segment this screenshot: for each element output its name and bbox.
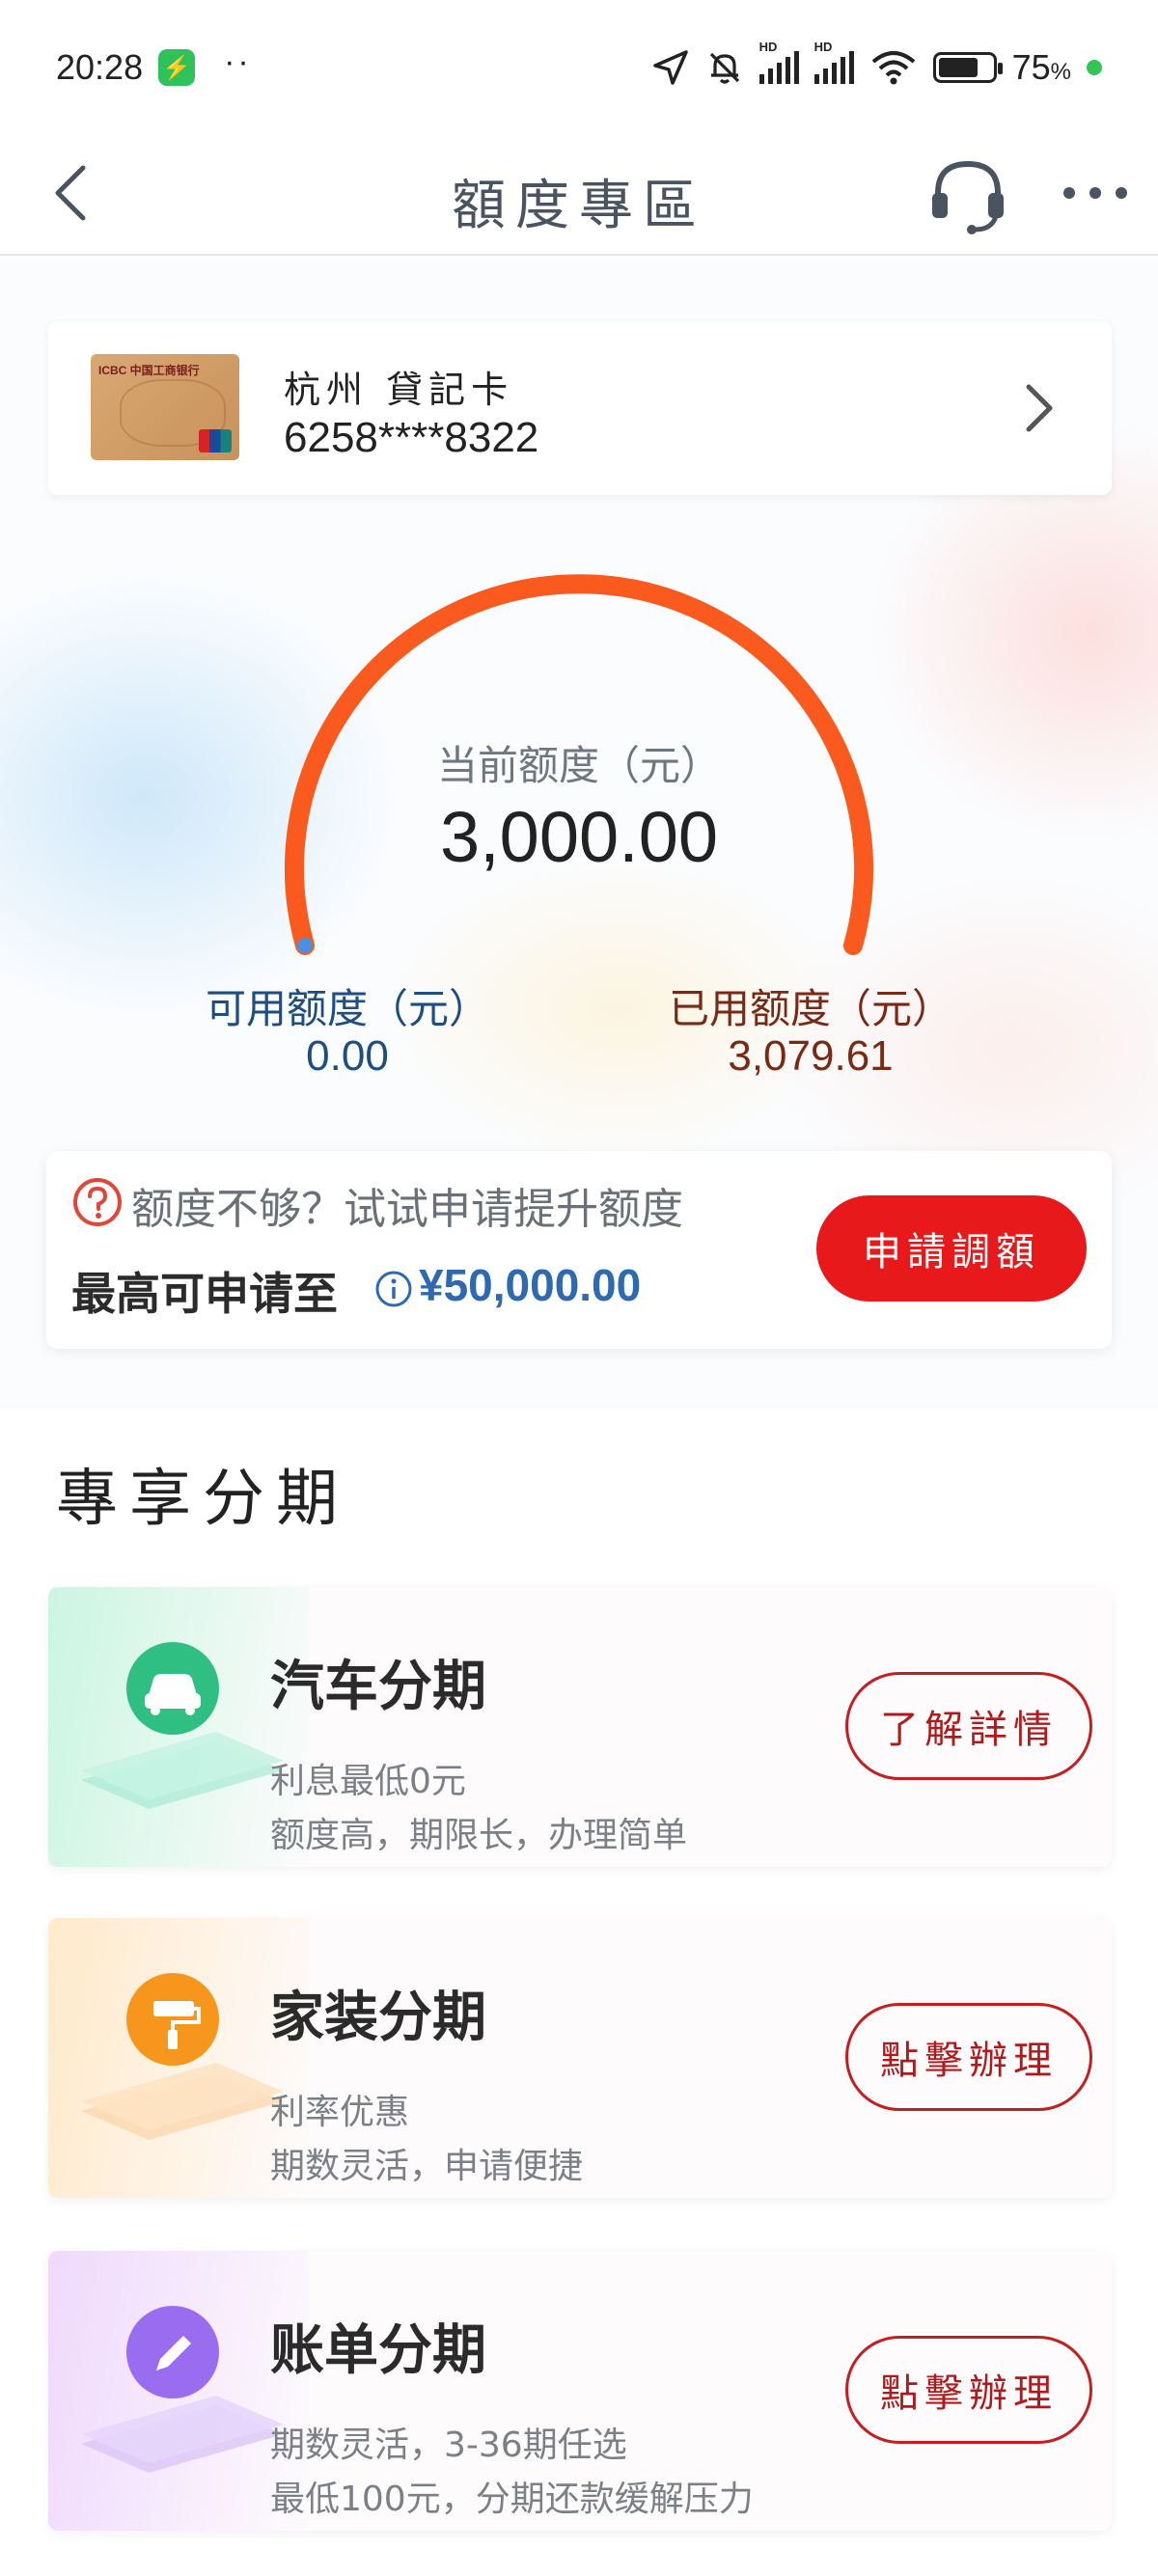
status-time: 20:28 [56,47,144,87]
max-apply-label: 最高可申请至 [71,1268,338,1320]
charging-dot-icon [1087,60,1102,75]
promo-card-car-installment: 汽车分期 利息最低0元 额度高，期限长，办理简单 了解詳情 [48,1587,1112,1867]
gauge-available-marker [297,938,313,953]
chevron-right-icon [1026,384,1053,432]
promo-card-home-installment: 家装分期 利率优惠 期数灵活，申请便捷 點擊辦理 [48,1918,1112,2198]
more-notifications-icon: ·· [224,42,252,80]
credit-card-image: ICBC 中国工商银行 [91,354,239,460]
wifi-icon [871,51,915,85]
signal-icon: HD [758,40,799,84]
bell-muted-icon [709,52,739,84]
available-limit-label: 可用额度（元） [205,985,489,1032]
card-selector[interactable]: ICBC 中国工商银行 杭州 貸記卡 6258****8322 [48,321,1112,495]
section-title: 專享分期 [56,1464,349,1535]
signal-icon-2: HD [813,40,854,84]
card-name: 杭州 貸記卡 [284,369,514,411]
used-limit-label: 已用额度（元） [668,985,952,1032]
promo-desc-line2: 最低100元，分期还款缓解压力 [270,2480,754,2519]
pencil-icon [81,2306,284,2473]
promo-desc-line1: 利息最低0元 [270,1762,466,1801]
location-icon [652,50,688,85]
apply-now-button[interactable]: 點擊辦理 [845,2336,1092,2444]
card-logo: ICBC 中国工商银行 [98,364,200,377]
apply-adjust-button[interactable]: 申請調額 [816,1195,1087,1302]
status-bar: 20:28 ⚡ ·· HD HD 75% [0,0,1158,135]
promo-title: 家装分期 [270,1987,486,2049]
customer-service-icon[interactable] [924,152,1011,239]
current-limit-label: 当前额度（元） [436,742,721,789]
promo-title: 账单分期 [270,2319,486,2382]
card-number: 6258****8322 [284,414,539,461]
battery-percent: 75% [1011,47,1071,87]
max-apply-value: ¥50,000.00 [419,1260,642,1310]
info-icon[interactable] [374,1270,413,1308]
promo-desc-line1: 期数灵活，3-36期任选 [270,2425,627,2465]
nav-bar: 額度專區 [0,135,1158,256]
more-icon[interactable] [1060,174,1131,212]
car-icon [81,1642,284,1809]
battery-icon [932,52,1003,83]
raise-limit-card: 额度不够？试试申请提升额度 最高可申请至 ¥50,000.00 申請調額 [46,1151,1112,1349]
current-limit-value: 3,000.00 [439,797,719,877]
shield-icon: ⚡ [158,49,196,86]
available-limit-value: 0.00 [306,1032,389,1080]
apply-now-button[interactable]: 點擊辦理 [845,2003,1092,2111]
raise-limit-hint: 额度不够？试试申请提升额度 [131,1185,683,1234]
promo-card-bill-installment: 账单分期 期数灵活，3-36期任选 最低100元，分期还款缓解压力 點擊辦理 [48,2251,1112,2531]
promo-desc-line1: 利率优惠 [270,2093,410,2132]
unionpay-logo-icon [199,429,232,452]
promo-title: 汽车分期 [270,1656,486,1718]
learn-more-button[interactable]: 了解詳情 [845,1672,1092,1780]
question-icon [73,1178,122,1226]
promo-desc-line2: 期数灵活，申请便捷 [270,2147,584,2186]
promo-desc-line2: 额度高，期限长，办理简单 [270,1816,688,1855]
paint-roller-icon [81,1973,284,2140]
used-limit-value: 3,079.61 [728,1032,894,1080]
